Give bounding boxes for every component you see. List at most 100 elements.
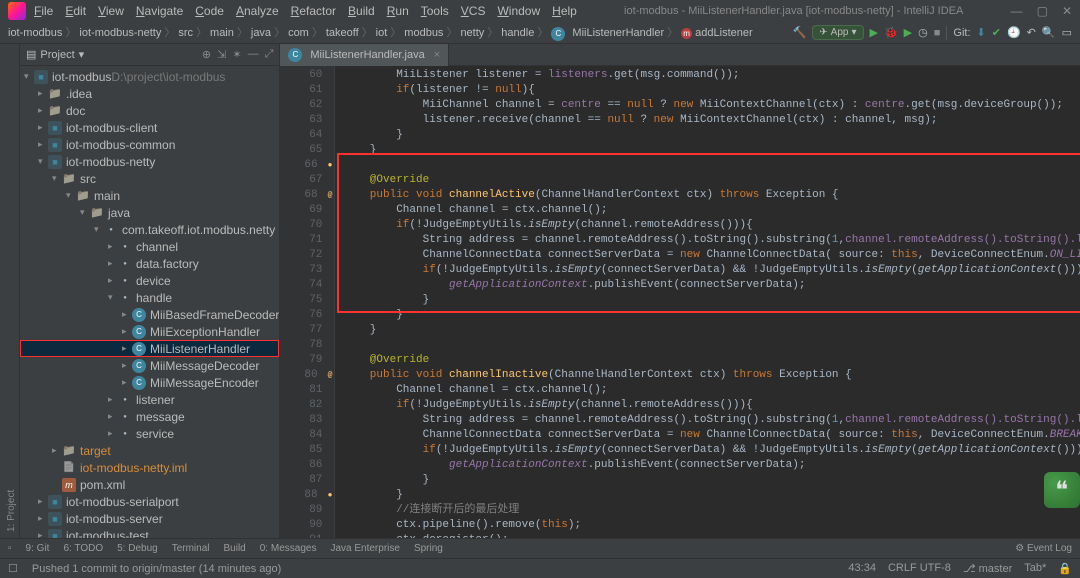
tree-row[interactable]: ▾java: [20, 204, 279, 221]
tree-icon: [104, 223, 118, 237]
breadcrumb[interactable]: m addListener: [681, 27, 753, 39]
tree-row[interactable]: ▸service: [20, 425, 279, 442]
tree-row[interactable]: ▾handle: [20, 289, 279, 306]
gear-icon[interactable]: —: [248, 48, 259, 61]
git-update-icon[interactable]: ⬇: [977, 26, 986, 39]
menu-item[interactable]: Tools: [421, 4, 449, 18]
caret-position[interactable]: 43:34: [848, 562, 876, 575]
menu-item[interactable]: Build: [348, 4, 375, 18]
tree-row[interactable]: ▸MiiMessageDecoder: [20, 357, 279, 374]
tree-row[interactable]: ▸target: [20, 442, 279, 459]
tree-row[interactable]: ▾com.takeoff.iot.modbus.netty: [20, 221, 279, 238]
panel-title[interactable]: ▤ Project ▾: [26, 48, 84, 61]
hammer-icon[interactable]: 🔨: [793, 26, 807, 39]
close-tab-icon[interactable]: ×: [434, 49, 440, 61]
breadcrumb[interactable]: takeoff: [326, 27, 376, 39]
tree-row[interactable]: ▸iot-modbus-common: [20, 136, 279, 153]
git-branch[interactable]: ⎇ master: [963, 562, 1012, 575]
tree-row[interactable]: ▸iot-modbus-client: [20, 119, 279, 136]
tool-tab[interactable]: Spring: [414, 543, 443, 554]
breadcrumb[interactable]: iot: [376, 27, 405, 39]
window-title: iot-modbus - MiiListenerHandler.java [io…: [577, 5, 1011, 17]
tool-tab[interactable]: 9: Git: [26, 543, 50, 554]
minimize-icon[interactable]: —: [1011, 4, 1023, 18]
tree-row[interactable]: ▸.idea: [20, 85, 279, 102]
tree-row[interactable]: ▸MiiMessageEncoder: [20, 374, 279, 391]
tree-row[interactable]: iot-modbus-netty.iml: [20, 459, 279, 476]
menu-item[interactable]: Navigate: [136, 4, 183, 18]
hide-icon[interactable]: ⤢: [265, 48, 274, 61]
tree-row[interactable]: ▸MiiBasedFrameDecoder: [20, 306, 279, 323]
ide-settings-icon[interactable]: ▭: [1062, 26, 1072, 39]
tree-row[interactable]: ▸doc: [20, 102, 279, 119]
breadcrumb[interactable]: iot-modbus: [8, 27, 79, 39]
tree-row[interactable]: ▾iot-modbus D:\project\iot-modbus: [20, 68, 279, 85]
profile-icon[interactable]: ◷: [918, 26, 928, 39]
tree-row[interactable]: ▸MiiExceptionHandler: [20, 323, 279, 340]
breadcrumb[interactable]: MiiListenerHandler: [551, 27, 681, 39]
search-icon[interactable]: 🔍: [1042, 26, 1056, 39]
breadcrumb[interactable]: netty: [460, 27, 501, 39]
breadcrumb[interactable]: src: [178, 27, 210, 39]
menu-item[interactable]: Run: [387, 4, 409, 18]
select-opened-icon[interactable]: ⊕: [202, 48, 211, 61]
indent-label[interactable]: Tab*: [1024, 562, 1046, 575]
tree-row[interactable]: ▾main: [20, 187, 279, 204]
tool-tab[interactable]: 0: Messages: [260, 543, 317, 554]
maximize-icon[interactable]: ▢: [1037, 4, 1048, 18]
menu-item[interactable]: Help: [552, 4, 577, 18]
tree-row[interactable]: ▸iot-modbus-serialport: [20, 493, 279, 510]
menu-item[interactable]: Window: [497, 4, 540, 18]
tool-tab[interactable]: 5: Debug: [117, 543, 158, 554]
menu-item[interactable]: Refactor: [291, 4, 336, 18]
git-commit-icon[interactable]: ✔: [992, 26, 1001, 39]
tree-row[interactable]: ▸device: [20, 272, 279, 289]
tool-tab[interactable]: Build: [224, 543, 246, 554]
editor-tab[interactable]: MiiListenerHandler.java ×: [280, 44, 449, 66]
code-area[interactable]: MiiListener listener = listeners.get(msg…: [335, 66, 1080, 538]
menu-item[interactable]: File: [34, 4, 53, 18]
menu-item[interactable]: VCS: [461, 4, 486, 18]
tree-row[interactable]: ▾src: [20, 170, 279, 187]
tree-row[interactable]: pom.xml: [20, 476, 279, 493]
menu-item[interactable]: Code: [195, 4, 224, 18]
tree-row[interactable]: ▸iot-modbus-server: [20, 510, 279, 527]
menu-item[interactable]: View: [98, 4, 124, 18]
tree-row[interactable]: ▸MiiListenerHandler: [20, 340, 279, 357]
tree-row[interactable]: ▸channel: [20, 238, 279, 255]
tree-row[interactable]: ▸message: [20, 408, 279, 425]
menu-item[interactable]: Edit: [65, 4, 86, 18]
run-config-dropdown[interactable]: ✈App▾: [812, 25, 863, 40]
debug-icon[interactable]: 🐞: [884, 26, 898, 39]
breadcrumb[interactable]: iot-modbus-netty: [79, 27, 178, 39]
breadcrumb[interactable]: java: [251, 27, 288, 39]
breadcrumb[interactable]: main: [210, 27, 251, 39]
tool-tab[interactable]: ▫: [8, 543, 12, 554]
gutter[interactable]: 60616263646566●6768@69707172737475767778…: [280, 66, 335, 538]
collapse-icon[interactable]: ✶: [232, 48, 241, 61]
tree-row[interactable]: ▾iot-modbus-netty: [20, 153, 279, 170]
tree-row[interactable]: ▸data.factory: [20, 255, 279, 272]
tree-row[interactable]: ▸iot-modbus-test: [20, 527, 279, 538]
expand-icon[interactable]: ⇲: [217, 48, 226, 61]
coverage-icon[interactable]: ▶: [904, 26, 912, 39]
git-rollback-icon[interactable]: ↶: [1027, 26, 1036, 39]
event-log-tab[interactable]: ⚙ Event Log: [1015, 543, 1072, 554]
lock-icon[interactable]: 🔒: [1058, 562, 1072, 575]
encoding[interactable]: CRLF UTF-8: [888, 562, 951, 575]
tool-tab[interactable]: Terminal: [172, 543, 210, 554]
tool-window-tab[interactable]: 1: Project: [6, 50, 17, 532]
menu-item[interactable]: Analyze: [236, 4, 279, 18]
status-bar: ☐ Pushed 1 commit to origin/master (14 m…: [0, 558, 1080, 578]
breadcrumb[interactable]: modbus: [404, 27, 460, 39]
git-history-icon[interactable]: 🕘: [1007, 26, 1021, 39]
project-tree[interactable]: ▾iot-modbus D:\project\iot-modbus▸.idea▸…: [20, 66, 279, 538]
run-icon[interactable]: ▶: [870, 26, 878, 39]
tool-tab[interactable]: 6: TODO: [63, 543, 103, 554]
tree-row[interactable]: ▸listener: [20, 391, 279, 408]
breadcrumb[interactable]: com: [288, 27, 326, 39]
close-icon[interactable]: ✕: [1062, 4, 1072, 18]
tool-tab[interactable]: Java Enterprise: [330, 543, 399, 554]
stop-icon[interactable]: ■: [934, 27, 941, 39]
breadcrumb[interactable]: handle: [501, 27, 551, 39]
